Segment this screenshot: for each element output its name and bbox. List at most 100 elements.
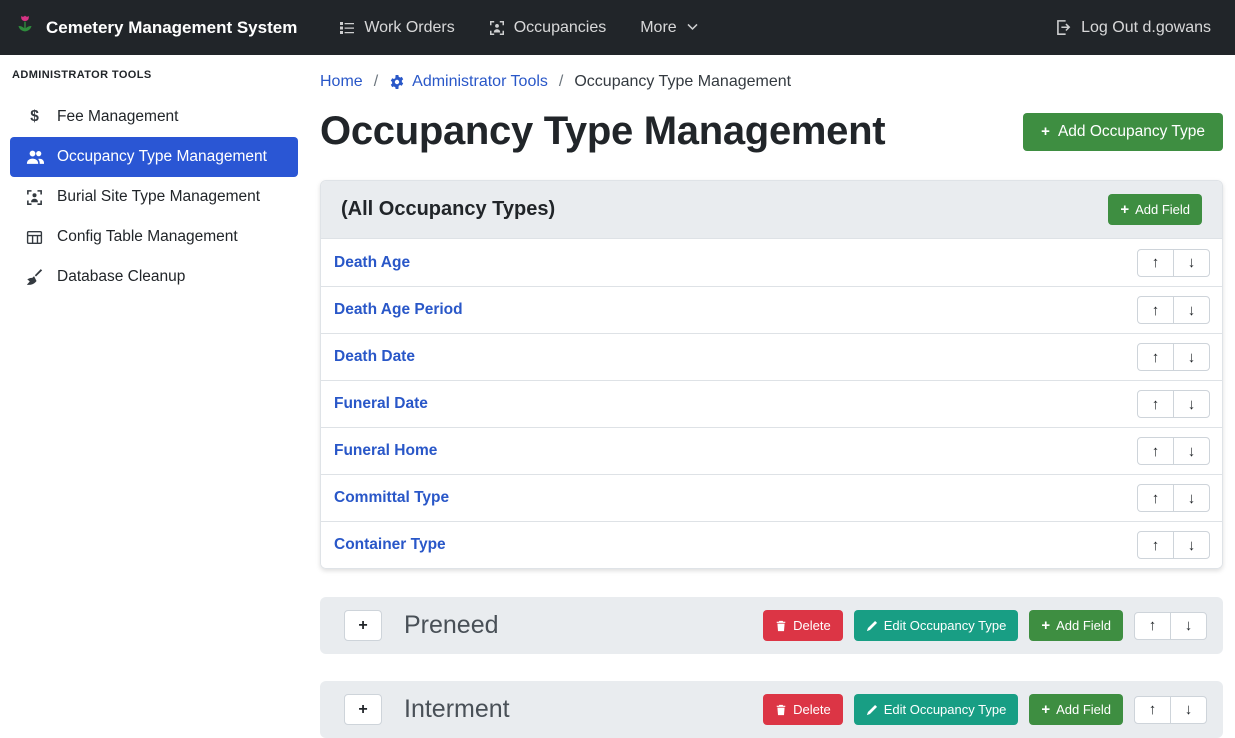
sidebar-item-fee-management[interactable]: $ Fee Management xyxy=(10,97,298,137)
all-occupancy-types-card: (All Occupancy Types) + Add Field Death … xyxy=(320,180,1223,569)
trash-icon xyxy=(775,620,787,632)
delete-label: Delete xyxy=(793,702,831,717)
field-link-committal-type[interactable]: Committal Type xyxy=(334,489,449,507)
edit-occupancy-type-label: Edit Occupancy Type xyxy=(884,618,1007,633)
work-orders-icon xyxy=(339,20,355,36)
expand-section-button[interactable]: + xyxy=(344,610,382,641)
person-frame-icon xyxy=(25,189,44,206)
section-name: Interment xyxy=(404,695,510,724)
arrow-down-icon: ↓ xyxy=(1185,701,1193,718)
field-link-death-age-period[interactable]: Death Age Period xyxy=(334,301,463,319)
field-link-funeral-home[interactable]: Funeral Home xyxy=(334,442,437,460)
reorder-controls: ↑ ↓ xyxy=(1137,437,1210,465)
move-down-button[interactable]: ↓ xyxy=(1173,484,1210,512)
field-row: Container Type ↑ ↓ xyxy=(321,521,1222,568)
reorder-controls: ↑ ↓ xyxy=(1137,531,1210,559)
arrow-down-icon: ↓ xyxy=(1188,537,1196,554)
move-up-button[interactable]: ↑ xyxy=(1137,437,1174,465)
add-field-button[interactable]: + Add Field xyxy=(1029,694,1123,725)
add-occupancy-type-label: Add Occupancy Type xyxy=(1058,123,1205,141)
sidebar-item-label: Burial Site Type Management xyxy=(57,188,260,206)
move-down-button[interactable]: ↓ xyxy=(1173,531,1210,559)
arrow-down-icon: ↓ xyxy=(1188,349,1196,366)
move-down-button[interactable]: ↓ xyxy=(1173,390,1210,418)
move-up-button[interactable]: ↑ xyxy=(1137,484,1174,512)
sidebar-item-label: Occupancy Type Management xyxy=(57,148,267,166)
arrow-up-icon: ↑ xyxy=(1152,349,1160,366)
arrow-down-icon: ↓ xyxy=(1188,396,1196,413)
field-link-funeral-date[interactable]: Funeral Date xyxy=(334,395,428,413)
card-title: (All Occupancy Types) xyxy=(341,198,555,221)
delete-button[interactable]: Delete xyxy=(763,694,843,725)
move-up-button[interactable]: ↑ xyxy=(1137,296,1174,324)
breadcrumb-current: Occupancy Type Management xyxy=(574,73,791,91)
reorder-controls: ↑ ↓ xyxy=(1137,390,1210,418)
move-down-button[interactable]: ↓ xyxy=(1173,343,1210,371)
nav-work-orders[interactable]: Work Orders xyxy=(339,19,454,37)
move-down-button[interactable]: ↓ xyxy=(1173,249,1210,277)
sidebar-item-occupancy-type-management[interactable]: Occupancy Type Management xyxy=(10,137,298,177)
plus-icon: + xyxy=(358,617,367,635)
breadcrumb-admin-tools-label: Administrator Tools xyxy=(412,73,548,91)
trash-icon xyxy=(775,704,787,716)
nav-more[interactable]: More xyxy=(640,19,698,37)
section-actions: Delete Edit Occupancy Type + Add Field ↑ xyxy=(763,610,1207,641)
move-down-button[interactable]: ↓ xyxy=(1170,612,1207,640)
delete-button[interactable]: Delete xyxy=(763,610,843,641)
breadcrumb-home-link[interactable]: Home xyxy=(320,73,363,91)
move-up-button[interactable]: ↑ xyxy=(1137,390,1174,418)
arrow-down-icon: ↓ xyxy=(1188,490,1196,507)
users-icon xyxy=(25,148,44,166)
plus-icon: + xyxy=(1041,618,1050,633)
logout-link[interactable]: Log Out d.gowans xyxy=(1055,19,1211,37)
sidebar-item-burial-site-type-management[interactable]: Burial Site Type Management xyxy=(10,177,298,217)
move-up-button[interactable]: ↑ xyxy=(1137,249,1174,277)
sidebar-item-config-table-management[interactable]: Config Table Management xyxy=(10,217,298,257)
add-occupancy-type-button[interactable]: + Add Occupancy Type xyxy=(1023,113,1223,151)
move-down-button[interactable]: ↓ xyxy=(1170,696,1207,724)
field-link-container-type[interactable]: Container Type xyxy=(334,536,446,554)
arrow-up-icon: ↑ xyxy=(1149,617,1157,634)
reorder-controls: ↑ ↓ xyxy=(1137,343,1210,371)
add-field-button[interactable]: + Add Field xyxy=(1029,610,1123,641)
add-field-label: Add Field xyxy=(1056,702,1111,717)
all-occupancy-types-header: (All Occupancy Types) + Add Field xyxy=(321,181,1222,239)
page-title: Occupancy Type Management xyxy=(320,109,885,154)
reorder-controls: ↑ ↓ xyxy=(1137,296,1210,324)
field-link-death-age[interactable]: Death Age xyxy=(334,254,410,272)
pencil-icon xyxy=(866,620,878,632)
field-row: Funeral Date ↑ ↓ xyxy=(321,380,1222,427)
chevron-down-icon xyxy=(686,21,699,34)
move-down-button[interactable]: ↓ xyxy=(1173,437,1210,465)
plus-icon: + xyxy=(1120,202,1129,217)
add-field-button[interactable]: + Add Field xyxy=(1108,194,1202,225)
breadcrumb-admin-tools-link[interactable]: Administrator Tools xyxy=(389,73,548,91)
field-link-death-date[interactable]: Death Date xyxy=(334,348,415,366)
move-up-button[interactable]: ↑ xyxy=(1134,696,1171,724)
occupancy-type-section-interment: + Interment Delete xyxy=(320,681,1223,738)
logout-label: Log Out d.gowans xyxy=(1081,19,1211,37)
field-row: Committal Type ↑ ↓ xyxy=(321,474,1222,521)
table-icon xyxy=(25,229,44,246)
section-actions: Delete Edit Occupancy Type + Add Field ↑ xyxy=(763,694,1207,725)
sidebar-item-database-cleanup[interactable]: Database Cleanup xyxy=(10,257,298,297)
arrow-down-icon: ↓ xyxy=(1185,617,1193,634)
move-up-button[interactable]: ↑ xyxy=(1137,343,1174,371)
arrow-up-icon: ↑ xyxy=(1152,302,1160,319)
edit-occupancy-type-button[interactable]: Edit Occupancy Type xyxy=(854,610,1019,641)
nav-work-orders-label: Work Orders xyxy=(364,19,454,37)
arrow-down-icon: ↓ xyxy=(1188,302,1196,319)
move-down-button[interactable]: ↓ xyxy=(1173,296,1210,324)
move-up-button[interactable]: ↑ xyxy=(1134,612,1171,640)
field-row: Death Date ↑ ↓ xyxy=(321,333,1222,380)
move-up-button[interactable]: ↑ xyxy=(1137,531,1174,559)
edit-occupancy-type-button[interactable]: Edit Occupancy Type xyxy=(854,694,1019,725)
top-navbar: Cemetery Management System Work Orders O… xyxy=(0,0,1235,55)
field-row: Death Age Period ↑ ↓ xyxy=(321,286,1222,333)
app-brand[interactable]: Cemetery Management System xyxy=(14,14,297,41)
sidebar-item-label: Config Table Management xyxy=(57,228,238,246)
expand-section-button[interactable]: + xyxy=(344,694,382,725)
reorder-controls: ↑ ↓ xyxy=(1134,696,1207,724)
nav-occupancies[interactable]: Occupancies xyxy=(489,19,607,37)
reorder-controls: ↑ ↓ xyxy=(1134,612,1207,640)
